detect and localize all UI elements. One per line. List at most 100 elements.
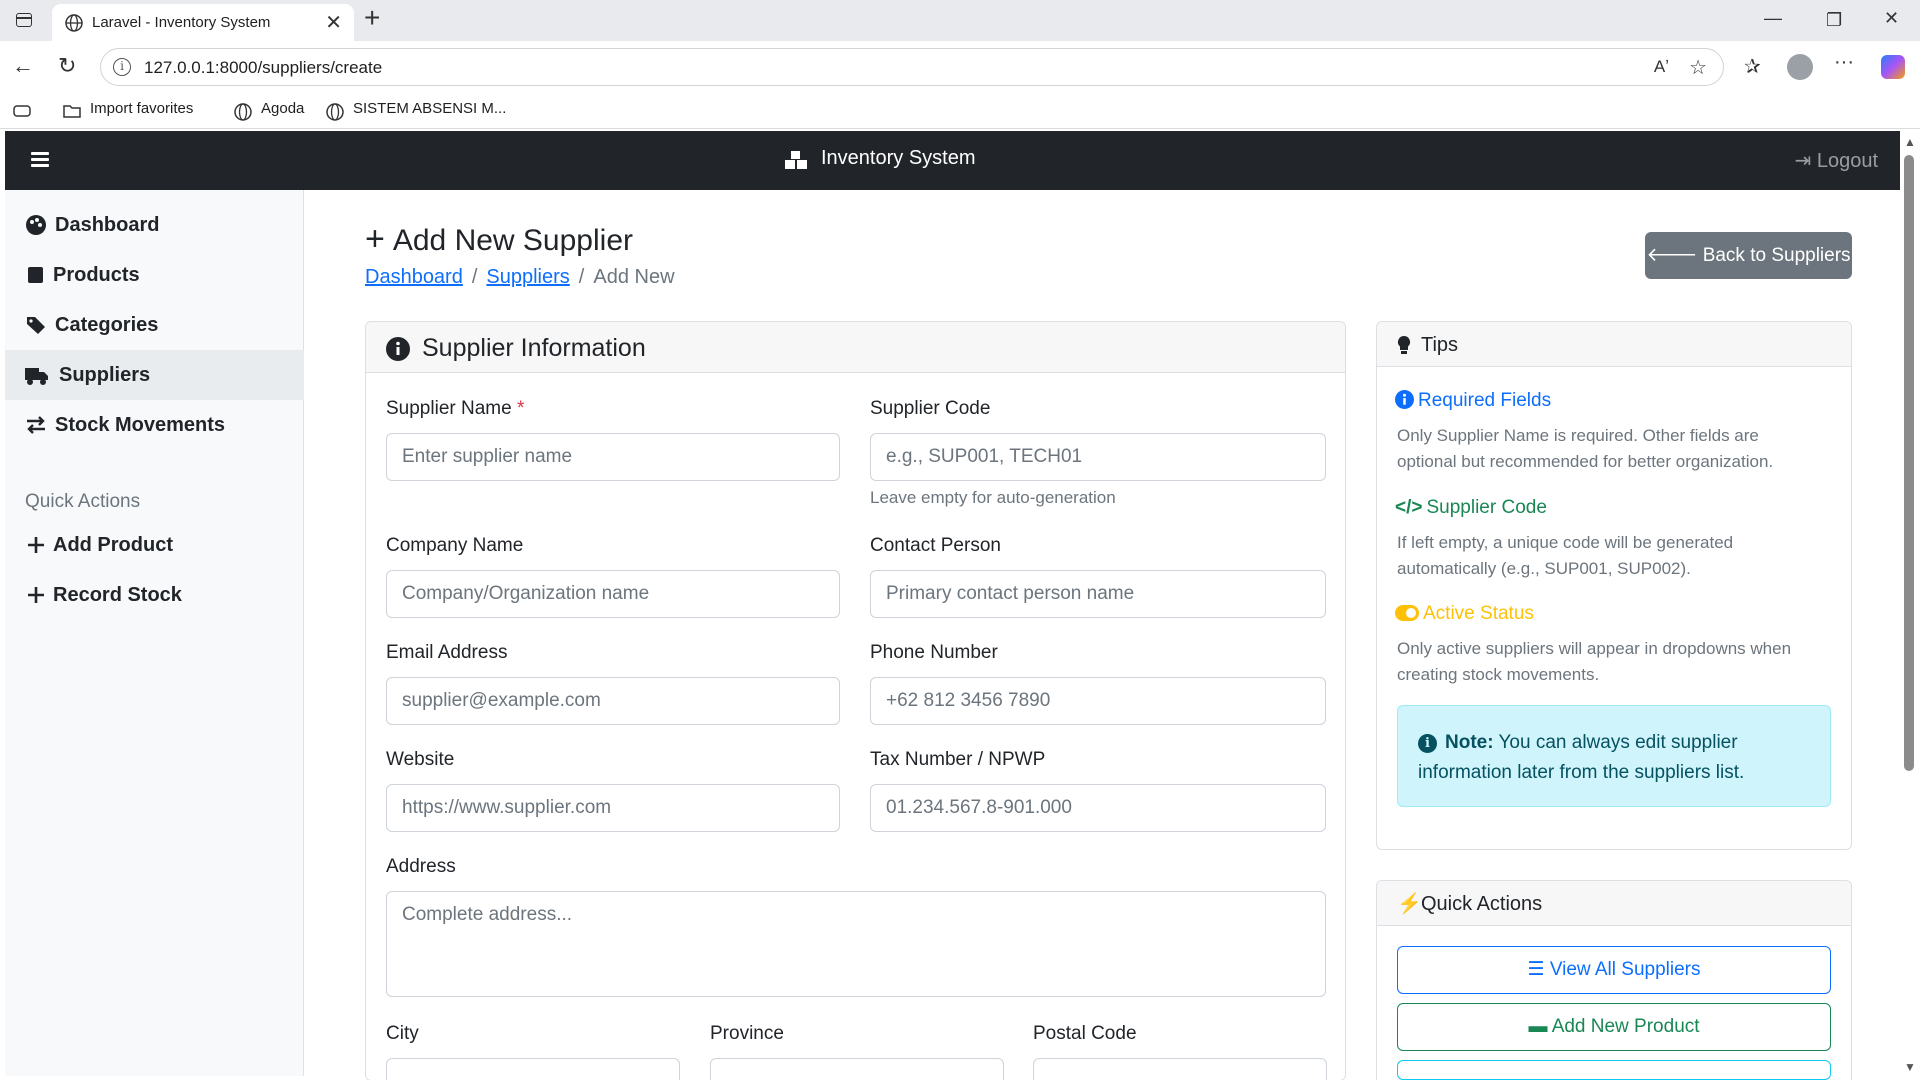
tips-card: Tips Required Fields Only Supplier Name … [1376, 321, 1852, 850]
required-asterisk: * [516, 398, 525, 419]
sidebar-item-suppliers[interactable]: Suppliers [5, 350, 304, 400]
website-input[interactable]: https://www.supplier.com [386, 784, 840, 832]
contact-person-label: Contact Person [870, 535, 1001, 556]
tip-text-code: If left empty, a unique code will be gen… [1397, 533, 1734, 578]
city-input[interactable] [386, 1058, 680, 1080]
tax-number-input[interactable]: 01.234.567.8-901.000 [870, 784, 1326, 832]
page-title: + Add New Supplier [365, 220, 633, 259]
breadcrumb-current: Add New [593, 266, 675, 288]
profile-avatar-icon[interactable] [1787, 54, 1813, 80]
website-label: Website [386, 749, 455, 770]
copilot-icon[interactable] [1881, 55, 1905, 79]
back-icon[interactable]: ← [12, 53, 34, 79]
favorites-icon[interactable]: ✰ [1744, 54, 1761, 79]
back-to-suppliers-button[interactable]: 🡐 Back to Suppliers [1645, 232, 1852, 279]
email-input[interactable]: supplier@example.com [386, 677, 840, 725]
favorite-import[interactable]: Import favorites [90, 100, 193, 117]
card-title: Quick Actions [1421, 893, 1543, 915]
card-header: ⚡ Quick Actions [1377, 881, 1851, 926]
postal-code-label: Postal Code [1033, 1023, 1137, 1044]
info-circle-icon [386, 337, 410, 361]
read-aloud-icon[interactable]: Aʼ [1654, 57, 1669, 77]
sidebar-item-record-stock[interactable]: Record Stock [5, 570, 304, 620]
browser-tab[interactable]: Laravel - Inventory System ✕ [52, 4, 354, 41]
boxes-icon [785, 151, 807, 169]
maximize-icon[interactable]: ❐ [1826, 10, 1842, 31]
company-name-label: Company Name [386, 535, 524, 556]
menu-toggle-icon[interactable] [31, 152, 49, 168]
sidebar-item-label: Add Product [53, 534, 173, 556]
sidebar-item-label: Categories [55, 314, 159, 336]
sidebar: Dashboard Products Categories Suppliers … [5, 190, 304, 1076]
favorite-absensi[interactable]: SISTEM ABSENSI M... [353, 100, 506, 117]
logout-link[interactable]: ⇥ Logout [1795, 148, 1879, 173]
scroll-up-icon[interactable]: ▲ [1904, 135, 1916, 149]
postal-code-input[interactable] [1033, 1058, 1327, 1080]
supplier-name-label: Supplier Name * [386, 398, 525, 419]
url-text[interactable]: 127.0.0.1:8000/suppliers/create [144, 58, 382, 78]
sidebar-item-dashboard[interactable]: Dashboard [5, 200, 304, 250]
sidebar-item-label: Suppliers [59, 364, 151, 386]
close-window-icon[interactable]: ✕ [1884, 8, 1899, 29]
tip-text-active: Only active suppliers will appear in dro… [1397, 639, 1792, 684]
tab-view-icon[interactable] [12, 102, 32, 120]
sidebar-item-categories[interactable]: Categories [5, 300, 304, 350]
quick-actions-card: ⚡ Quick Actions ☰ View All Suppliers ▬ A… [1376, 880, 1852, 1080]
plus-icon [28, 587, 44, 603]
note-alert: i Note: You can always edit supplier info… [1397, 705, 1831, 807]
scroll-thumb[interactable] [1904, 155, 1914, 771]
box-icon [28, 267, 43, 283]
info-circle-icon: i [1418, 734, 1437, 753]
favorite-agoda[interactable]: Agoda [261, 100, 304, 117]
address-bar[interactable]: i 127.0.0.1:8000/suppliers/create Aʼ ☆ [100, 48, 1724, 86]
favorite-star-icon[interactable]: ☆ [1689, 55, 1707, 80]
province-input[interactable] [710, 1058, 1004, 1080]
brand-title[interactable]: Inventory System [821, 147, 976, 170]
palette-icon [26, 215, 46, 235]
sign-out-icon: ⇥ [1794, 150, 1817, 172]
sidebar-item-stock-movements[interactable]: Stock Movements [5, 400, 304, 450]
reload-icon[interactable]: ↻ [58, 53, 76, 79]
address-bar-row: ← ↻ i 127.0.0.1:8000/suppliers/create Aʼ… [0, 41, 1920, 93]
sidebar-item-label: Stock Movements [55, 414, 226, 436]
phone-input[interactable]: +62 812 3456 7890 [870, 677, 1326, 725]
supplier-name-input[interactable]: Enter supplier name [386, 433, 840, 481]
add-new-product-button[interactable]: ▬ Add New Product [1397, 1003, 1831, 1051]
address-textarea[interactable]: Complete address... [386, 891, 1326, 997]
supplier-code-help: Leave empty for auto-generation [870, 488, 1116, 507]
sidebar-item-add-product[interactable]: Add Product [5, 520, 304, 570]
supplier-info-card: Supplier Information Supplier Name * Ent… [365, 321, 1346, 1080]
tab-actions-icon[interactable] [12, 10, 36, 30]
breadcrumb: Dashboard / Suppliers / Add New [365, 266, 675, 289]
sidebar-item-products[interactable]: Products [5, 250, 304, 300]
contact-person-input[interactable]: Primary contact person name [870, 570, 1326, 618]
breadcrumb-separator: / [578, 266, 585, 288]
minimize-icon[interactable]: — [1764, 8, 1782, 29]
list-icon: ☰ [1527, 959, 1550, 980]
tags-icon [27, 317, 45, 334]
breadcrumb-dashboard[interactable]: Dashboard [365, 266, 463, 288]
tip-text-required: Only Supplier Name is required. Other fi… [1397, 426, 1774, 471]
breadcrumb-suppliers[interactable]: Suppliers [486, 266, 569, 288]
email-label: Email Address [386, 642, 508, 663]
card-title: Supplier Information [422, 334, 646, 362]
info-circle-icon [1395, 390, 1414, 409]
quick-action-button[interactable] [1397, 1060, 1831, 1080]
company-name-input[interactable]: Company/Organization name [386, 570, 840, 618]
browser-tab-strip: Laravel - Inventory System ✕ + — ❐ ✕ [0, 0, 1920, 41]
card-header: Supplier Information [366, 322, 1345, 373]
supplier-code-input[interactable]: e.g., SUP001, TECH01 [870, 433, 1326, 481]
truck-icon [25, 368, 48, 385]
globe-icon [65, 14, 83, 32]
address-label: Address [386, 856, 456, 877]
view-all-suppliers-button[interactable]: ☰ View All Suppliers [1397, 946, 1831, 994]
page-scrollbar[interactable]: ▲ ▼ [1900, 131, 1920, 1076]
tax-number-label: Tax Number / NPWP [870, 749, 1046, 770]
close-tab-icon[interactable]: ✕ [325, 10, 342, 35]
site-info-icon[interactable]: i [113, 58, 131, 76]
more-icon[interactable]: ··· [1834, 51, 1854, 74]
exchange-icon [27, 416, 45, 434]
new-tab-icon[interactable]: + [364, 2, 380, 34]
scroll-down-icon[interactable]: ▼ [1904, 1060, 1916, 1074]
card-header: Tips [1377, 322, 1851, 367]
